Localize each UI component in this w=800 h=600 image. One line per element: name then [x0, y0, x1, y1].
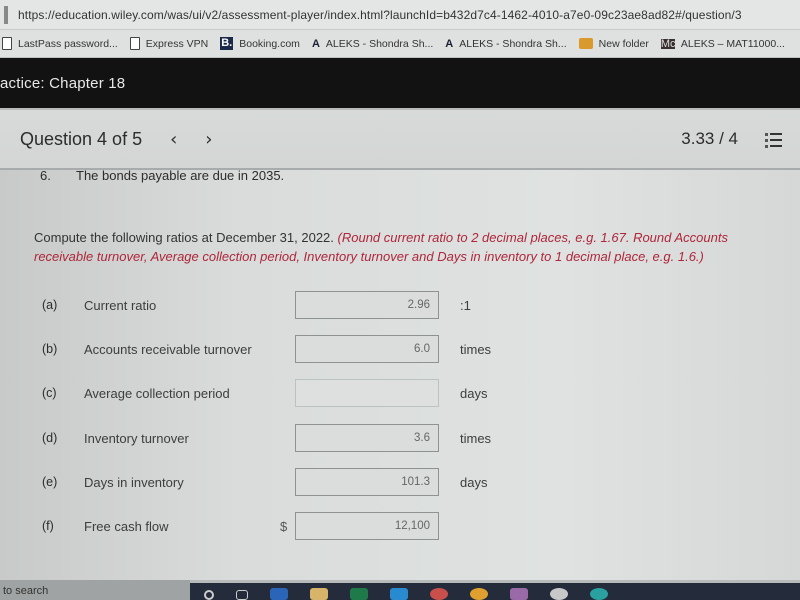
ratio-row-days-in-inventory: (e) Days in inventory days: [0, 468, 800, 498]
row-letter: (c): [42, 386, 57, 400]
ratio-row-avg-collection-period: (c) Average collection period days: [0, 379, 800, 409]
free-cash-flow-input[interactable]: [295, 512, 439, 540]
cortana-icon[interactable]: [204, 590, 214, 600]
question-header: Question 4 of 5 ‹ › 3.33 / 4: [0, 108, 800, 170]
row-label: Accounts receivable turnover: [84, 342, 252, 357]
bookmark-new-folder[interactable]: New folder: [578, 37, 649, 50]
browser-address-bar[interactable]: https://education.wiley.com/was/ui/v2/as…: [0, 0, 800, 30]
bookmark-lastpass[interactable]: LastPass password...: [2, 37, 118, 50]
chrome-icon[interactable]: [470, 588, 488, 600]
bookmark-expressvpn[interactable]: Express VPN: [129, 37, 209, 50]
bookmark-label: Express VPN: [145, 37, 209, 50]
document-icon: [2, 37, 12, 50]
aleks-icon: A: [311, 37, 320, 50]
document-icon: [129, 37, 140, 50]
days-in-inventory-input[interactable]: [295, 468, 439, 496]
row-label: Average collection period: [84, 386, 230, 401]
question-counter: Question 4 of 5: [20, 128, 143, 149]
course-title: actice: Chapter 18: [0, 74, 126, 92]
bookmark-label: New folder: [598, 37, 649, 50]
row-letter: (d): [42, 431, 58, 445]
outlook-icon[interactable]: [390, 588, 408, 600]
question-content: 6. The bonds payable are due in 2035. Com…: [0, 168, 800, 580]
taskbar-search-text: to search: [3, 585, 49, 597]
word-icon[interactable]: [270, 588, 288, 600]
current-ratio-input[interactable]: [295, 291, 439, 319]
row-letter: (a): [42, 298, 58, 312]
question-list-icon[interactable]: [765, 132, 782, 148]
avg-collection-period-input[interactable]: [295, 379, 439, 407]
bookmark-label: ALEKS – MAT11000...: [680, 37, 785, 50]
row-unit: :1: [460, 298, 471, 313]
bookmark-label: ALEKS - Shondra Sh...: [325, 37, 434, 50]
ratio-row-free-cash-flow: (f) Free cash flow $: [0, 512, 800, 542]
note-number: 6.: [40, 168, 51, 183]
app-icon[interactable]: [510, 588, 528, 600]
excel-icon[interactable]: [350, 588, 368, 600]
edge-icon[interactable]: [590, 588, 608, 600]
aleks-icon: A: [445, 37, 454, 50]
course-title-bar: actice: Chapter 18: [0, 58, 800, 108]
inventory-turnover-input[interactable]: [295, 424, 439, 452]
row-letter: (f): [42, 519, 54, 533]
bookmark-booking[interactable]: B. Booking.com: [220, 37, 300, 50]
url-text[interactable]: https://education.wiley.com/was/ui/v2/as…: [18, 8, 742, 22]
dollar-sign: $: [280, 519, 288, 534]
taskbar-apps: [190, 583, 800, 600]
mcgraw-hill-icon: Mc: [660, 37, 676, 50]
bookmark-aleks-1[interactable]: A ALEKS - Shondra Sh...: [312, 37, 433, 51]
note-text: The bonds payable are due in 2035.: [76, 168, 285, 183]
app-icon[interactable]: [550, 588, 568, 600]
row-label: Inventory turnover: [84, 431, 189, 446]
instructions: Compute the following ratios at December…: [34, 228, 784, 266]
ratio-row-inventory-turnover: (d) Inventory turnover times: [0, 424, 800, 454]
question-score: 3.33 / 4: [681, 129, 738, 148]
windows-taskbar: to search: [0, 580, 800, 600]
ratio-row-ar-turnover: (b) Accounts receivable turnover times: [0, 335, 800, 365]
row-letter: (b): [42, 342, 58, 356]
bookmark-aleks-mat[interactable]: Mc ALEKS – MAT11000...: [660, 37, 785, 50]
previous-question-button[interactable]: ‹: [170, 129, 177, 150]
row-unit: days: [460, 475, 488, 490]
tab-edge: [4, 5, 8, 24]
row-letter: (e): [42, 475, 58, 489]
bookmark-label: Booking.com: [239, 37, 300, 50]
row-unit: times: [460, 431, 492, 446]
row-label: Days in inventory: [84, 475, 184, 490]
folder-icon: [578, 38, 593, 49]
task-view-icon[interactable]: [236, 590, 248, 600]
bookmark-label: ALEKS - Shondra Sh...: [459, 37, 567, 50]
row-unit: times: [460, 342, 492, 357]
next-question-button[interactable]: ›: [205, 129, 212, 150]
file-explorer-icon[interactable]: [310, 588, 328, 600]
row-label: Current ratio: [84, 298, 157, 313]
bookmark-label: LastPass password...: [18, 37, 118, 50]
ratio-row-current-ratio: (a) Current ratio :1: [0, 291, 800, 321]
booking-icon: B.: [220, 37, 234, 50]
bookmarks-bar: LastPass password... Express VPN B. Book…: [0, 30, 800, 58]
app-icon[interactable]: [430, 588, 448, 600]
bookmark-aleks-2[interactable]: A ALEKS - Shondra Sh...: [445, 37, 566, 51]
taskbar-search[interactable]: to search: [0, 580, 190, 600]
row-unit: days: [460, 386, 488, 401]
ar-turnover-input[interactable]: [295, 335, 439, 363]
instruction-text: Compute the following ratios at December…: [34, 230, 334, 245]
row-label: Free cash flow: [84, 519, 169, 534]
given-note: 6. The bonds payable are due in 2035.: [40, 168, 284, 183]
